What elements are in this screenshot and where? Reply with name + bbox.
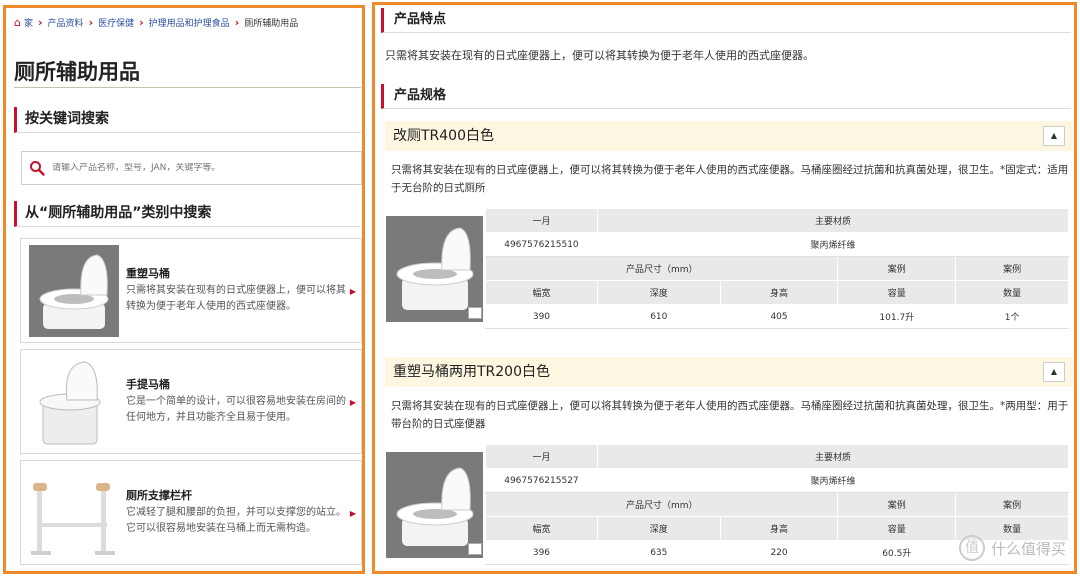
depth-label: 深度	[596, 280, 721, 305]
arrow-right-icon: ▶	[349, 287, 356, 296]
category-card-portable-toilet[interactable]: 手提马桶 它是一个简单的设计，可以很容易地安装在房间的任何地方，并且功能齐全且易…	[20, 349, 362, 454]
breadcrumb-care-products[interactable]: 护理用品和护理食品	[149, 16, 230, 29]
height-label: 身高	[719, 516, 839, 541]
home-icon[interactable]: ⌂	[14, 16, 21, 29]
chevron-right-icon: ›	[234, 16, 240, 29]
quantity-value: 1个	[955, 304, 1069, 329]
product-description: 只需将其安装在现有的日式座便器上，便可以将其转换为便于老年人使用的西式座便器。马…	[391, 400, 1069, 430]
keyword-search-heading: 按关键词搜索	[14, 107, 361, 133]
height-value: 220	[719, 540, 839, 565]
chevron-right-icon: ›	[88, 16, 94, 29]
category-title: 重塑马桶	[126, 267, 170, 280]
width-label: 幅宽	[485, 516, 598, 541]
arrow-right-icon: ▶	[349, 398, 356, 407]
material-value: 聚丙烯纤维	[596, 232, 1070, 257]
case-label: 案例	[955, 492, 1069, 517]
size-label: 产品尺寸（mm）	[484, 492, 839, 517]
enlarge-icon[interactable]	[468, 307, 482, 319]
title-divider	[14, 87, 361, 88]
jan-label: 一月	[485, 444, 598, 469]
category-description: 它减轻了腿和腰部的负担，并可以支撑您的站立。它可以很容易地安装在马桶上而无需构造…	[126, 507, 346, 534]
category-title: 手提马桶	[126, 378, 170, 391]
support-rail-image	[29, 467, 119, 559]
category-search-heading: 从“厕所辅助用品”类别中搜索	[14, 201, 361, 227]
capacity-label: 容量	[837, 280, 957, 305]
capacity-label: 容量	[837, 516, 957, 541]
spec-heading: 产品规格	[381, 84, 1071, 109]
search-icon[interactable]	[22, 160, 52, 176]
features-heading: 产品特点	[381, 8, 1071, 33]
watermark-logo: 值	[958, 535, 985, 561]
category-description: 它是一个简单的设计，可以很容易地安装在房间的任何地方，并且功能齐全且易于使用。	[126, 396, 346, 423]
material-label: 主要材质	[596, 208, 1070, 233]
jan-value: 4967576215510	[485, 232, 598, 257]
height-label: 身高	[719, 280, 839, 305]
product-name: 重塑马桶两用TR200白色	[393, 364, 551, 380]
depth-value: 610	[596, 304, 721, 329]
remodel-toilet-image	[29, 245, 119, 337]
category-card-remodel-toilet[interactable]: 重塑马桶 只需将其安装在现有的日式座便器上，便可以将其转换为便于老年人使用的西式…	[20, 238, 362, 343]
category-description: 只需将其安装在现有的日式座便器上，便可以将其转换为便于老年人使用的西式座便器。	[126, 285, 346, 312]
depth-label: 深度	[596, 516, 721, 541]
enlarge-icon[interactable]	[468, 543, 482, 555]
product-header-tr400[interactable]: 改厕TR400白色 ▲	[385, 121, 1073, 151]
jan-label: 一月	[485, 208, 598, 233]
search-box[interactable]	[21, 151, 362, 185]
search-input[interactable]	[52, 163, 342, 173]
quantity-label: 数量	[955, 280, 1069, 305]
product-detail-panel: 产品特点 只需将其安装在现有的日式座便器上，便可以将其转换为便于老年人使用的西式…	[372, 2, 1077, 574]
jan-value: 4967576215527	[485, 468, 598, 493]
product-name: 改厕TR400白色	[393, 128, 495, 144]
material-value: 聚丙烯纤维	[596, 468, 1070, 493]
capacity-value: 60.5升	[837, 540, 957, 565]
chevron-right-icon: ›	[38, 16, 43, 29]
depth-value: 635	[596, 540, 721, 565]
collapse-button[interactable]: ▲	[1043, 126, 1065, 146]
features-text: 只需将其安装在现有的日式座便器上，便可以将其转换为便于老年人使用的西式座便器。	[385, 49, 814, 62]
width-label: 幅宽	[485, 280, 598, 305]
spec-table-tr400: 一月 主要材质 4967576215510 聚丙烯纤维 产品尺寸（mm） 案例 案例 幅…	[484, 208, 1070, 329]
case-label: 案例	[955, 256, 1069, 281]
arrow-right-icon: ▶	[349, 509, 356, 518]
category-card-support-rail[interactable]: 厕所支撑栏杆 它减轻了腿和腰部的负担，并可以支撑您的站立。它可以很容易地安装在马…	[20, 460, 362, 565]
breadcrumb-product-info[interactable]: 产品资料	[48, 16, 84, 29]
size-label: 产品尺寸（mm）	[484, 256, 839, 281]
capacity-value: 101.7升	[837, 304, 957, 329]
category-title: 厕所支撑栏杆	[126, 489, 192, 502]
material-label: 主要材质	[596, 444, 1070, 469]
height-value: 405	[719, 304, 839, 329]
category-panel: ⌂ 家 › 产品资料 › 医疗保健 › 护理用品和护理食品 › 厕所辅助用品 厕…	[3, 5, 365, 574]
collapse-button[interactable]: ▲	[1043, 362, 1065, 382]
watermark-text: 什么值得买	[990, 539, 1066, 558]
width-value: 390	[485, 304, 598, 329]
width-value: 396	[485, 540, 598, 565]
breadcrumb: ⌂ 家 › 产品资料 › 医疗保健 › 护理用品和护理食品 › 厕所辅助用品	[14, 16, 298, 29]
product-header-tr200[interactable]: 重塑马桶两用TR200白色 ▲	[385, 357, 1073, 387]
breadcrumb-healthcare[interactable]: 医疗保健	[98, 16, 134, 29]
portable-toilet-image	[29, 356, 119, 448]
case-label: 案例	[837, 492, 957, 517]
case-label: 案例	[837, 256, 957, 281]
product-description: 只需将其安装在现有的日式座便器上，便可以将其转换为便于老年人使用的西式座便器。马…	[391, 164, 1069, 194]
breadcrumb-current: 厕所辅助用品	[244, 19, 299, 29]
chevron-right-icon: ›	[139, 16, 144, 29]
page-title: 厕所辅助用品	[14, 60, 140, 84]
watermark: 值 什么值得买	[958, 535, 1066, 561]
breadcrumb-home[interactable]: 家	[24, 16, 33, 29]
